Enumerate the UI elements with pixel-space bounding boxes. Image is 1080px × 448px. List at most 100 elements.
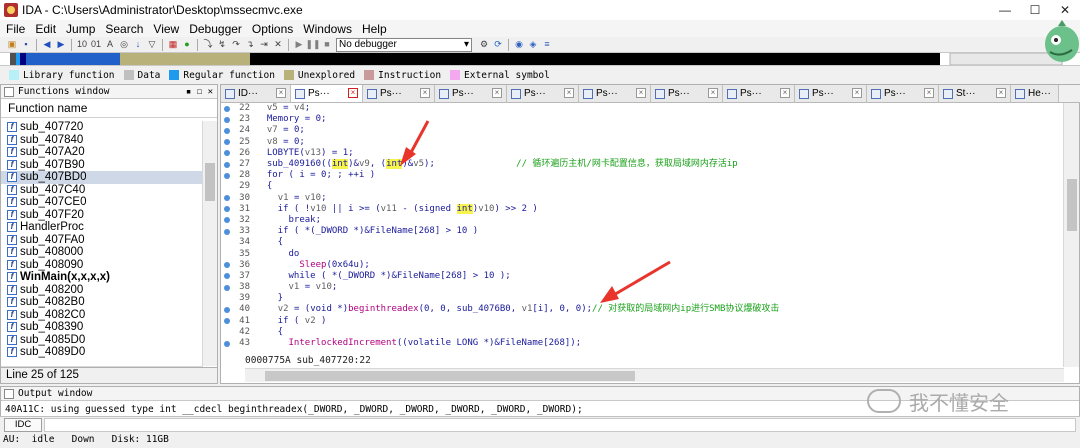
tab-2[interactable]: Ps··· × [363,85,435,102]
open-icon[interactable]: ▣ [6,39,18,50]
breakpoint-dot-icon[interactable] [224,217,230,224]
function-list-item[interactable]: f sub_407F20 [1,209,203,222]
function-name-column-header[interactable]: Function name [1,99,217,118]
code-line[interactable]: 29 { [221,181,1064,192]
binary-icon[interactable]: 10 [76,39,88,50]
function-list-item[interactable]: f sub_407720 [1,121,203,134]
tab-3[interactable]: Ps··· × [435,85,507,102]
code-line[interactable]: 31 if ( !v10 || i >= (v11 - (signed int)… [221,203,1064,215]
function-list-item[interactable]: f sub_4082B0 [1,296,203,309]
breakpoint-dot-icon[interactable] [224,273,230,280]
idc-button[interactable]: IDC [4,418,42,432]
code-line[interactable]: 41 if ( v2 ) [221,316,1064,327]
breakpoint-dot-icon[interactable] [224,139,230,146]
menu-options[interactable]: Options [246,22,297,36]
code-line[interactable]: 40 v2 = (void *)beginthreadex(0, 0, sub_… [221,304,1064,315]
tab-8[interactable]: Ps··· × [795,85,867,102]
run-status-icon[interactable]: ● [181,39,193,50]
breakpoint-dot-icon[interactable] [224,172,230,179]
tab-close-icon[interactable]: × [924,88,934,98]
function-list-item[interactable]: f sub_4089D0 [1,346,203,359]
pseudocode-view[interactable]: 22 v5 = v4; 23 Memory = 0; 24 v7 = 0; 25 v8… [221,103,1064,356]
function-list-item[interactable]: f sub_407A20 [1,146,203,159]
tab-4[interactable]: Ps··· × [507,85,579,102]
debugger-select[interactable]: No debugger [336,37,472,52]
breakpoint-dot-icon[interactable] [224,306,230,313]
breakpoint-dot-icon[interactable] [224,228,230,235]
maximize-button[interactable]: ☐ [1020,0,1050,20]
idc-command-input[interactable] [44,418,1076,432]
breakpoint-dot-icon[interactable] [224,262,230,269]
breakpoint-dot-icon[interactable] [224,206,230,213]
function-list-item[interactable]: f sub_407CE0 [1,196,203,209]
menu-help[interactable]: Help [356,22,391,36]
tab-close-icon[interactable]: × [348,88,358,98]
tab-close-icon[interactable]: × [780,88,790,98]
cancel-icon[interactable]: ✕ [272,39,284,50]
breakpoint-dot-icon[interactable] [224,150,230,157]
code-line[interactable]: 39 } [221,293,1064,304]
save-icon[interactable]: ▪ [20,39,32,50]
tab-0[interactable]: ID··· × [221,85,291,102]
function-list-item[interactable]: f WinMain(x,x,x,x) [1,271,203,284]
tab-close-icon[interactable]: × [492,88,502,98]
stop-icon[interactable]: ■ [321,39,333,50]
close-button[interactable]: ✕ [1050,0,1080,20]
scroll-thumb[interactable] [205,163,215,201]
code-line[interactable]: 38 v1 = v10; [221,282,1064,293]
menu-search[interactable]: Search [99,22,147,36]
breakpoint-dot-icon[interactable] [224,340,230,347]
code-line[interactable]: 27 sub_409160((int)&v9, (int)&v5); // 循环… [221,159,1064,170]
menu-debugger[interactable]: Debugger [183,22,246,36]
code-line[interactable]: 25 v8 = 0; [221,137,1064,148]
breakpoint-dot-icon[interactable] [224,161,230,168]
function-list-item[interactable]: f sub_407B90 [1,159,203,172]
code-line[interactable]: 42 { [221,327,1064,338]
function-list-item[interactable]: f sub_407BD0 [1,171,203,184]
code-line[interactable]: 36 Sleep(0x64u); [221,260,1064,271]
run-to-icon[interactable]: ⇥ [258,39,270,50]
tab-close-icon[interactable]: × [636,88,646,98]
tab-close-icon[interactable]: × [420,88,430,98]
code-line[interactable]: 23 Memory = 0; [221,114,1064,125]
functions-vertical-scrollbar[interactable] [202,121,217,366]
code-vertical-scrollbar[interactable] [1063,103,1079,367]
watch-icon[interactable]: ◈ [527,39,539,50]
tab-close-icon[interactable]: × [996,88,1006,98]
code-line[interactable]: 37 while ( *(_DWORD *)&FileName[268] > 1… [221,271,1064,282]
graph-icon[interactable]: ▦ [167,39,179,50]
function-list-item[interactable]: f HandlerProc [1,221,203,234]
breakpoint-dot-icon[interactable] [224,318,230,325]
tab-1[interactable]: Ps··· × [291,85,363,102]
scroll-thumb[interactable] [1067,179,1077,231]
tracing-icon[interactable]: ≡ [541,39,553,50]
trace-icon[interactable]: ↯ [216,39,228,50]
code-line[interactable]: 33 if ( *(_DWORD *)&FileName[268] > 10 ) [221,226,1064,237]
text-search-icon[interactable]: A [104,39,116,50]
tab-5[interactable]: Ps··· × [579,85,651,102]
tab-7[interactable]: Ps··· × [723,85,795,102]
menu-edit[interactable]: Edit [29,22,60,36]
pause-icon[interactable]: ❚❚ [305,39,320,50]
function-list-item[interactable]: f sub_4085D0 [1,334,203,347]
menu-view[interactable]: View [147,22,183,36]
step-icon[interactable]: ⤵ [202,39,214,50]
function-list-item[interactable]: f sub_407FA0 [1,234,203,247]
tab-10[interactable]: St··· × [939,85,1011,102]
download-icon[interactable]: ↓ [132,39,144,50]
tab-close-icon[interactable]: × [852,88,862,98]
code-horizontal-scrollbar[interactable] [245,368,1064,382]
scroll-thumb[interactable] [265,371,635,381]
code-line[interactable]: 43 InterlockedIncrement((volatile LONG *… [221,338,1064,349]
menu-jump[interactable]: Jump [60,22,99,36]
tab-close-icon[interactable]: × [708,88,718,98]
debugger-options-icon[interactable]: ⚙ [478,39,490,50]
code-line[interactable]: 34 { [221,237,1064,248]
tab-11[interactable]: He··· [1011,85,1059,102]
refresh-icon[interactable]: ⟳ [492,39,504,50]
tab-9[interactable]: Ps··· × [867,85,939,102]
panel-close-icon[interactable]: ▪ ☐ ✕ [186,87,213,97]
menu-file[interactable]: File [0,22,29,36]
function-list-item[interactable]: f sub_407840 [1,134,203,147]
code-line[interactable]: 26 LOBYTE(v13) = 1; [221,148,1064,159]
